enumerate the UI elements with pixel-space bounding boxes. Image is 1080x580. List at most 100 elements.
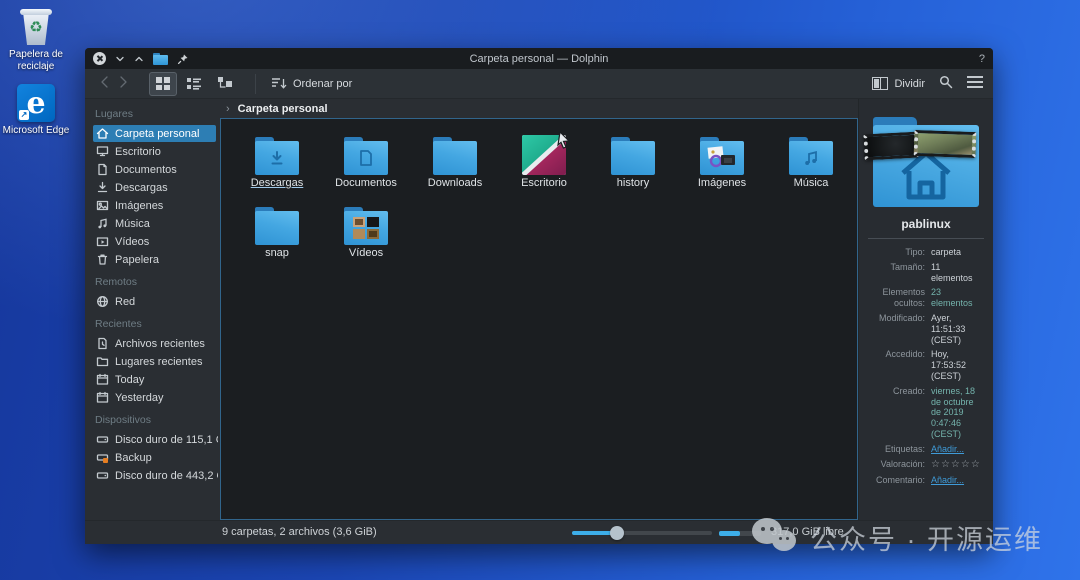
desktop-icon-microsoft-edge[interactable]: e↗ Microsoft Edge <box>0 84 72 137</box>
file-item-downloads[interactable]: Downloads <box>411 129 499 195</box>
close-button[interactable] <box>93 52 106 65</box>
properties-list: Tipo:carpetaTamaño:11 elementosElementos… <box>868 247 984 485</box>
sidebar-item-label: Disco duro de 443,2 GiB <box>115 470 218 482</box>
property-label-valoracion: Valoración: <box>868 459 925 471</box>
sidebar-item-label: Disco duro de 115,1 GiB <box>115 434 218 446</box>
titlebar[interactable]: Carpeta personal — Dolphin ? <box>85 48 993 69</box>
folder-icon <box>342 199 390 245</box>
recent-file-icon <box>96 337 109 350</box>
folder-icon <box>698 129 746 175</box>
sidebar-item-descargas[interactable]: Descargas <box>93 179 218 196</box>
sidebar-item-yesterday[interactable]: Yesterday <box>93 389 218 406</box>
property-value-modificado: Ayer, 11:51:33 (CEST) <box>931 313 984 345</box>
sidebar-section-title-dispositivos: Dispositivos <box>95 414 218 426</box>
sort-by-label: Ordenar por <box>293 78 352 90</box>
film-thumbnail-dark <box>863 132 918 161</box>
sidebar-section-title-lugares: Lugares <box>95 108 218 120</box>
sidebar-item-label: Red <box>115 296 135 308</box>
recycle-bin-icon: ♻ <box>19 6 53 46</box>
zoom-slider-handle[interactable] <box>610 526 624 540</box>
sidebar-item-musica[interactable]: Música <box>93 215 218 232</box>
folder-view[interactable]: Descargas Documentos Downloads Escritoriohi… <box>220 118 858 520</box>
property-value-etiquetas[interactable]: Añadir... <box>931 444 984 455</box>
desktop-icon-label: Papelera de reciclaje <box>0 49 72 72</box>
sidebar-section-title-recientes: Recientes <box>95 318 218 330</box>
recent-folder-icon <box>96 355 109 368</box>
search-icon[interactable] <box>939 75 953 92</box>
file-item-descargas[interactable]: Descargas <box>233 129 321 195</box>
folder-icon <box>787 129 835 175</box>
sidebar-item-videos[interactable]: Vídeos <box>93 233 218 250</box>
tree-view-button[interactable] <box>211 72 239 96</box>
sidebar-item-today[interactable]: Today <box>93 371 218 388</box>
property-value-elementos-ocultos: 23 elementos <box>931 287 984 309</box>
file-name: Documentos <box>335 177 397 189</box>
window-title: Carpeta personal — Dolphin <box>85 53 993 65</box>
toolbar: Ordenar por Dividir <box>85 69 993 99</box>
download-icon <box>96 181 109 194</box>
calendar-icon <box>96 373 109 386</box>
file-item-escritorio[interactable]: Escritorio <box>500 129 588 195</box>
property-value-tipo: carpeta <box>931 247 984 258</box>
property-value-valoracion[interactable]: ☆☆☆☆☆ <box>931 459 984 471</box>
sidebar-item-disco-duro-de-115-1-gib[interactable]: Disco duro de 115,1 GiB <box>93 431 218 448</box>
calendar-icon <box>96 391 109 404</box>
sort-by-button[interactable]: Ordenar por <box>272 77 352 90</box>
breadcrumb-chevron-icon: › <box>226 103 230 115</box>
file-item-snap[interactable]: snap <box>233 199 321 265</box>
wechat-icon <box>752 516 800 558</box>
sidebar-item-disco-duro-de-443-2-gib[interactable]: Disco duro de 443,2 GiB <box>93 467 218 484</box>
file-item-documentos[interactable]: Documentos <box>322 129 410 195</box>
video-icon <box>96 235 109 248</box>
property-value-comentario[interactable]: Añadir... <box>931 475 984 486</box>
music-icon <box>96 217 109 230</box>
sidebar-item-label: Documentos <box>115 164 177 176</box>
sidebar-item-label: Imágenes <box>115 200 163 212</box>
sidebar-item-imagenes[interactable]: Imágenes <box>93 197 218 214</box>
desktop-icon-recycle-bin[interactable]: ♻ Papelera de reciclaje <box>0 6 72 72</box>
sidebar-section-title-remotos: Remotos <box>95 276 218 288</box>
film-thumbnail-scene <box>914 130 977 158</box>
icons-view-button[interactable] <box>149 72 177 96</box>
property-label-creado: Creado: <box>868 386 925 440</box>
back-button[interactable] <box>99 75 109 92</box>
monitor-icon <box>96 145 109 158</box>
file-item-musica[interactable]: Música <box>767 129 855 195</box>
split-icon <box>872 77 888 90</box>
breadcrumb[interactable]: › Carpeta personal <box>218 99 858 118</box>
property-value-accedido: Hoy, 17:53:52 (CEST) <box>931 349 984 381</box>
sidebar-item-escritorio[interactable]: Escritorio <box>93 143 218 160</box>
sidebar-item-backup[interactable]: Backup <box>93 449 218 466</box>
drive-icon <box>96 469 109 482</box>
sidebar-item-label: Vídeos <box>115 236 149 248</box>
zoom-slider[interactable] <box>572 531 712 535</box>
folder-icon <box>253 199 301 245</box>
desktop-icon-label: Microsoft Edge <box>0 125 72 137</box>
file-item-history[interactable]: history <box>589 129 677 195</box>
sidebar-item-papelera[interactable]: Papelera <box>93 251 218 268</box>
drive-icon <box>96 433 109 446</box>
sidebar-item-documentos[interactable]: Documentos <box>93 161 218 178</box>
places-panel: Lugares Carpeta personalEscritorio Documen… <box>85 99 218 520</box>
file-name: Vídeos <box>349 247 383 259</box>
sidebar-item-label: Papelera <box>115 254 159 266</box>
sidebar-item-archivos-recientes[interactable]: Archivos recientes <box>93 335 218 352</box>
hamburger-menu-icon[interactable] <box>967 76 983 91</box>
file-item-imagenes[interactable]: Imágenes <box>678 129 766 195</box>
sidebar-item-carpeta-personal[interactable]: Carpeta personal <box>93 125 216 142</box>
drive-backup-icon <box>96 451 109 464</box>
sidebar-item-label: Archivos recientes <box>115 338 205 350</box>
details-view-button[interactable] <box>180 72 208 96</box>
file-name: Música <box>794 177 829 189</box>
sidebar-item-red[interactable]: Red <box>93 293 218 310</box>
help-icon[interactable]: ? <box>979 53 985 65</box>
property-value-tamano: 11 elementos <box>931 262 984 284</box>
file-item-videos[interactable]: Vídeos <box>322 199 410 265</box>
property-label-etiquetas: Etiquetas: <box>868 444 925 455</box>
split-button[interactable]: Dividir <box>872 77 925 90</box>
breadcrumb-path[interactable]: Carpeta personal <box>238 103 328 115</box>
property-label-tamano: Tamaño: <box>868 262 925 284</box>
forward-button[interactable] <box>119 75 129 92</box>
sidebar-item-lugares-recientes[interactable]: Lugares recientes <box>93 353 218 370</box>
file-name: Downloads <box>428 177 482 189</box>
